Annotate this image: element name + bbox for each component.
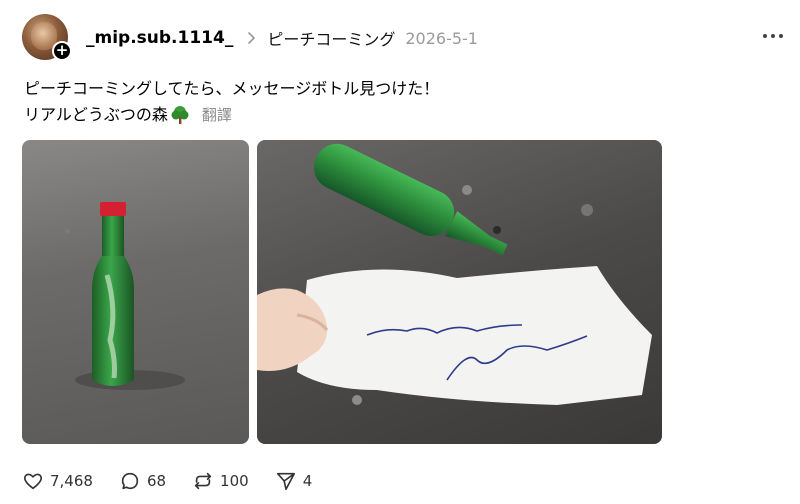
like-button[interactable]: 7,468 (22, 470, 93, 492)
comment-button[interactable]: 68 (119, 470, 166, 492)
username-link[interactable]: _mip.sub.1114_ (86, 28, 233, 48)
heart-icon (23, 473, 43, 490)
message-and-bottle-illustration (257, 143, 652, 405)
repost-icon (194, 472, 212, 490)
post-actions: 7,468 68 100 4 (22, 468, 338, 494)
community-link[interactable]: ピーチコーミング (267, 26, 395, 50)
chevron-right-icon (248, 32, 256, 44)
post-image-bottle-on-sand[interactable] (22, 140, 249, 444)
post-body: ピーチコーミングしてたら、メッセージボトル見つけた！ リアルどうぶつの森 翻譯 (24, 76, 439, 128)
follow-plus-icon[interactable]: + (52, 41, 72, 61)
post-text-line-2-row: リアルどうぶつの森 翻譯 (24, 102, 439, 128)
post-date: 2026-5-1 (405, 28, 478, 48)
comment-bubble-icon (121, 472, 139, 490)
share-count: 4 (302, 472, 313, 490)
post-text-line-2: リアルどうぶつの森 (24, 105, 168, 124)
post-image-message-and-bottle[interactable] (257, 140, 662, 444)
share-button[interactable]: 4 (275, 470, 313, 492)
bottle-on-sand-illustration (75, 202, 185, 390)
repost-count: 100 (220, 472, 249, 490)
avatar[interactable]: + (22, 14, 72, 61)
tree-emoji-icon (171, 106, 189, 124)
like-count: 7,468 (50, 472, 93, 490)
translate-link[interactable]: 翻譯 (202, 102, 232, 128)
send-icon (276, 472, 295, 491)
post-header: _mip.sub.1114_ ピーチコーミング 2026-5-1 (86, 26, 478, 50)
post-text-line-1: ピーチコーミングしてたら、メッセージボトル見つけた！ (24, 79, 440, 98)
repost-button[interactable]: 100 (192, 470, 249, 492)
more-options-icon[interactable] (763, 29, 783, 43)
comment-count: 68 (146, 472, 167, 490)
